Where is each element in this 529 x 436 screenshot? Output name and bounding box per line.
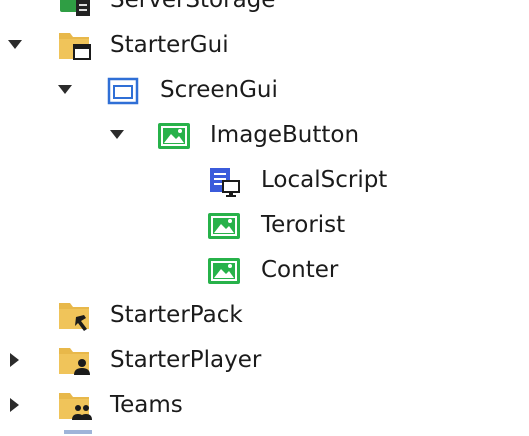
tree-item-label: ServerStorage	[110, 0, 276, 13]
tree-item-label: Teams	[110, 392, 183, 418]
starter-gui-folder-icon	[58, 29, 94, 63]
tree-item-label: StarterGui	[110, 32, 229, 58]
starter-pack-folder-icon	[58, 299, 94, 333]
server-storage-icon	[58, 0, 94, 18]
tree-item-serverstorage[interactable]: ServerStorage	[0, 0, 529, 22]
collapse-arrow-icon[interactable]	[6, 396, 24, 414]
teams-folder-icon	[58, 389, 94, 423]
tree-item-startergui[interactable]: StarterGui	[0, 23, 529, 67]
tree-item-terorist[interactable]: Terorist	[0, 203, 529, 247]
tree-item-teams[interactable]: Teams	[0, 383, 529, 427]
local-script-icon	[206, 164, 242, 198]
tree-item-starterpack[interactable]: StarterPack	[0, 293, 529, 337]
tree-item-conter[interactable]: Conter	[0, 248, 529, 292]
tree-item-imagebutton[interactable]: ImageButton	[0, 113, 529, 157]
tree-item-label: ImageButton	[210, 122, 360, 148]
image-button-icon	[206, 254, 242, 288]
tree-item-label: Terorist	[261, 212, 346, 238]
tree-item-label: ScreenGui	[160, 77, 278, 103]
tree-item-partial	[0, 428, 529, 436]
tree-item-label: Conter	[261, 257, 339, 283]
expand-arrow-icon[interactable]	[108, 126, 126, 144]
tree-item-starterplayer[interactable]: StarterPlayer	[0, 338, 529, 382]
collapse-arrow-icon[interactable]	[6, 351, 24, 369]
image-button-icon	[206, 209, 242, 243]
partial-icon	[64, 430, 92, 434]
starter-player-folder-icon	[58, 344, 94, 378]
tree-item-label: StarterPack	[110, 302, 243, 328]
image-button-icon	[156, 119, 192, 153]
expand-arrow-icon[interactable]	[6, 36, 24, 54]
tree-item-label: LocalScript	[261, 167, 388, 193]
tree-item-label: StarterPlayer	[110, 347, 262, 373]
expand-arrow-icon[interactable]	[56, 81, 74, 99]
tree-item-localscript[interactable]: LocalScript	[0, 158, 529, 202]
screen-gui-icon	[106, 74, 142, 108]
tree-item-screengui[interactable]: ScreenGui	[0, 68, 529, 112]
